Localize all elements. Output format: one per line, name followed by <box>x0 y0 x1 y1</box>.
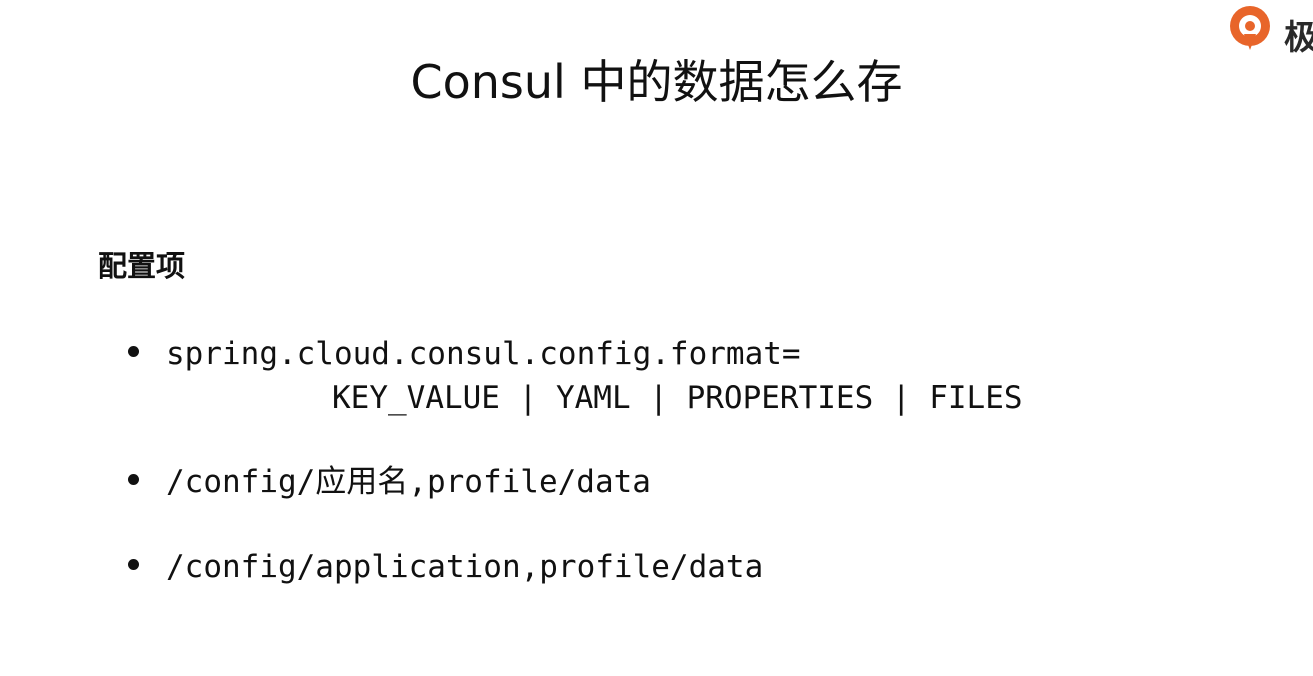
slide-title: Consul 中的数据怎么存 <box>410 55 903 109</box>
brand-logo: 极 <box>1226 4 1313 56</box>
bullet-text: spring.cloud.consul.config.format= <box>166 336 801 372</box>
bullet-text: /config/application,profile/data <box>166 549 764 585</box>
bullet-dot <box>128 559 139 570</box>
section-heading: 配置项 <box>98 249 186 283</box>
brand-logo-text: 极 <box>1284 18 1313 56</box>
bullet-dot <box>128 346 139 357</box>
bullet-text-continuation: KEY_VALUE | YAML | PROPERTIES | FILES <box>332 380 1023 416</box>
bullet-text: /config/应用名,profile/data <box>166 464 651 500</box>
bullet-dot <box>128 474 139 485</box>
brand-logo-icon <box>1230 6 1270 50</box>
